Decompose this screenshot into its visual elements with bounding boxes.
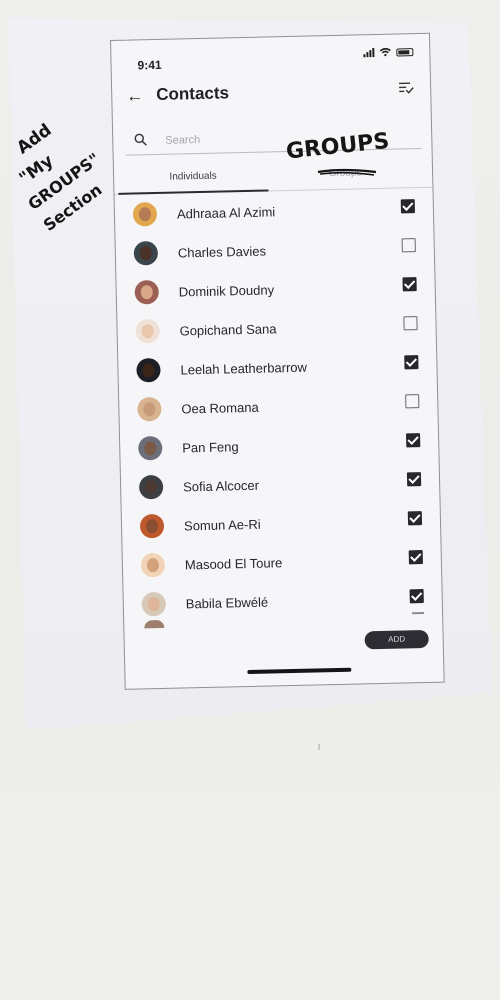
avatar: [136, 357, 161, 383]
avatar: [138, 435, 163, 461]
select-all-filter-icon[interactable]: [398, 80, 414, 94]
search-icon: [134, 133, 147, 146]
avatar-face: [142, 363, 155, 378]
search-bar: [124, 120, 422, 156]
avatar-face: [144, 441, 157, 456]
avatar-face: [141, 324, 154, 339]
contact-name: Charles Davies: [177, 243, 267, 261]
status-time: 9:41: [137, 57, 162, 73]
checkbox-unchecked[interactable]: [405, 394, 420, 409]
home-indicator: [247, 667, 352, 675]
checkbox-checked[interactable]: [402, 277, 417, 292]
checkbox-checked[interactable]: [408, 550, 423, 565]
contact-name: Leelah Leatherbarrow: [180, 359, 308, 378]
contact-name: Somun Ae-Ri: [183, 516, 261, 534]
avatar-face: [143, 402, 156, 417]
avatar-face: [147, 597, 160, 612]
avatar-face: [145, 519, 159, 534]
phone-frame: 9:41 ← Contacts Search Individuals Group…: [110, 32, 445, 690]
signal-icon: [363, 48, 375, 58]
status-icons: [363, 47, 414, 58]
checkbox-checked[interactable]: [407, 511, 423, 526]
checkbox-unchecked[interactable]: [401, 238, 416, 253]
checkbox-checked[interactable]: [400, 199, 416, 214]
add-button[interactable]: ADD: [364, 629, 429, 650]
checkbox-checked[interactable]: [406, 433, 421, 448]
contact-name: Dominik Doudny: [178, 282, 275, 300]
avatar-face: [139, 246, 153, 261]
avatar: [141, 591, 167, 617]
contact-name: Masood El Toure: [184, 555, 283, 573]
contact-name: Pan Feng: [182, 439, 239, 456]
contact-name: Adhraaa Al Azimi: [176, 204, 276, 222]
avatar-face: [138, 207, 152, 222]
contact-name: Gopichand Sana: [179, 321, 277, 339]
checkbox-unchecked[interactable]: [403, 316, 418, 331]
partial-checkbox: [412, 612, 425, 615]
avatar: [140, 552, 166, 578]
avatar-face: [140, 285, 153, 300]
app-bar: ← Contacts: [112, 70, 431, 117]
avatar-face: [146, 558, 160, 573]
avatar-face: [144, 480, 158, 495]
contact-row[interactable]: Babila Ebwélé: [123, 580, 442, 626]
avatar: [138, 474, 164, 500]
partial-avatar: [144, 619, 165, 629]
wifi-icon: [379, 47, 391, 57]
avatar: [134, 279, 160, 305]
checkbox-checked[interactable]: [409, 589, 424, 604]
back-arrow-icon[interactable]: ←: [126, 86, 144, 105]
avatar: [135, 318, 160, 344]
avatar: [137, 396, 162, 422]
contact-name: Sofia Alcocer: [182, 477, 260, 495]
avatar: [132, 201, 158, 227]
battery-icon: [396, 47, 414, 57]
page-title: Contacts: [156, 83, 230, 104]
avatar: [133, 240, 159, 266]
search-input[interactable]: [165, 127, 366, 150]
wall-mark: [318, 744, 320, 750]
status-bar: 9:41: [111, 34, 430, 75]
tab-groups[interactable]: Groups: [270, 162, 421, 191]
checkbox-checked[interactable]: [406, 472, 422, 487]
checkbox-checked[interactable]: [404, 355, 419, 370]
contact-name: Babila Ebwélé: [185, 594, 269, 612]
contact-name: Oea Romana: [181, 399, 259, 417]
avatar: [139, 513, 165, 539]
tab-individuals[interactable]: Individuals: [117, 165, 269, 195]
